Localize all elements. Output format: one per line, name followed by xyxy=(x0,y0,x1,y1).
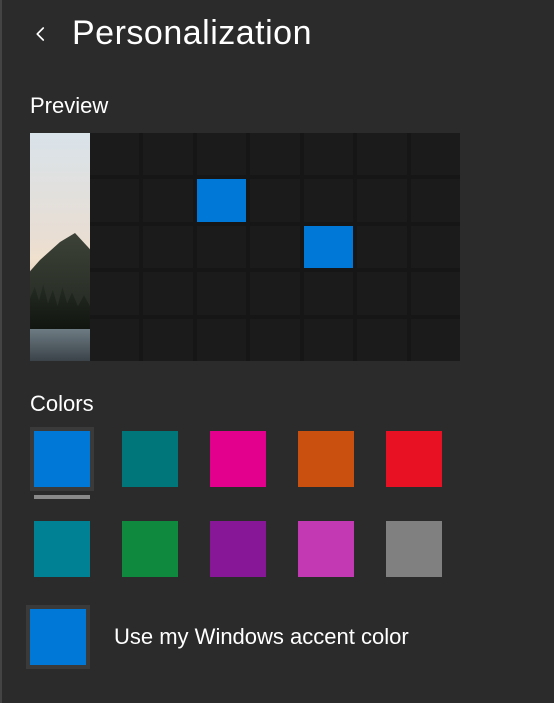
color-swatch-orange[interactable] xyxy=(298,431,354,487)
preview-tile xyxy=(143,226,192,268)
color-row-1 xyxy=(30,431,526,499)
preview-tile xyxy=(143,179,192,221)
preview-tile xyxy=(250,133,299,175)
preview-tile xyxy=(197,226,246,268)
preview-tile xyxy=(197,272,246,314)
color-swatch-red[interactable] xyxy=(386,431,442,487)
color-swatch-blue[interactable] xyxy=(34,431,90,487)
preview-tile xyxy=(304,226,353,268)
preview-tile xyxy=(143,319,192,361)
color-swatch-teal[interactable] xyxy=(122,431,178,487)
preview-tile-grid xyxy=(90,133,460,361)
header: Personalization xyxy=(30,14,526,53)
preview-tile xyxy=(250,319,299,361)
color-swatch-magenta[interactable] xyxy=(210,431,266,487)
preview-tile xyxy=(304,179,353,221)
accent-option[interactable]: Use my Windows accent color xyxy=(30,609,526,665)
preview-tile xyxy=(411,319,460,361)
preview-tile xyxy=(304,272,353,314)
preview-tile xyxy=(197,133,246,175)
preview-tile xyxy=(143,272,192,314)
preview-section-label: Preview xyxy=(30,93,526,119)
preview-tile xyxy=(357,319,406,361)
color-swatch-green[interactable] xyxy=(122,521,178,577)
accent-option-label: Use my Windows accent color xyxy=(114,624,409,650)
color-swatch-darkteal[interactable] xyxy=(34,521,90,577)
preview-tile xyxy=(197,319,246,361)
preview-tile xyxy=(90,319,139,361)
preview-tile xyxy=(411,133,460,175)
color-row-2 xyxy=(30,521,526,577)
preview-tile xyxy=(90,179,139,221)
preview-tile xyxy=(357,226,406,268)
preview-tile xyxy=(250,272,299,314)
preview-tile xyxy=(90,226,139,268)
preview-tile xyxy=(304,319,353,361)
preview-tile xyxy=(357,133,406,175)
preview-tile xyxy=(357,272,406,314)
colors-section-label: Colors xyxy=(30,391,526,417)
preview-area xyxy=(30,133,460,361)
preview-tile xyxy=(90,272,139,314)
preview-tile xyxy=(143,133,192,175)
back-icon[interactable] xyxy=(30,23,52,45)
swatch-selection-underline xyxy=(34,495,90,499)
color-swatch-purple[interactable] xyxy=(210,521,266,577)
color-swatch-gray[interactable] xyxy=(386,521,442,577)
preview-tile xyxy=(250,226,299,268)
color-swatch-pink[interactable] xyxy=(298,521,354,577)
preview-tile xyxy=(197,179,246,221)
preview-wallpaper-thumbnail xyxy=(30,133,90,361)
preview-tile xyxy=(90,133,139,175)
preview-tile xyxy=(357,179,406,221)
page-title: Personalization xyxy=(72,14,312,53)
preview-tile xyxy=(411,272,460,314)
preview-tile xyxy=(250,179,299,221)
preview-tile xyxy=(411,179,460,221)
preview-tile xyxy=(411,226,460,268)
accent-color-swatch[interactable] xyxy=(30,609,86,665)
preview-tile xyxy=(304,133,353,175)
